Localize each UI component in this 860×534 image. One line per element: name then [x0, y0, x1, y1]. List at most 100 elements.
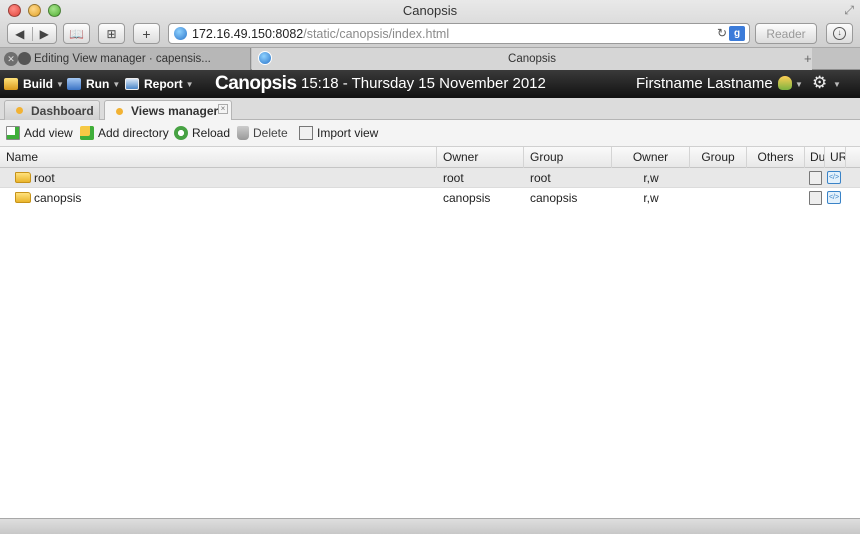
folder-icon — [15, 192, 31, 203]
build-icon — [4, 78, 18, 90]
duplicate-icon[interactable] — [809, 171, 822, 185]
reader-button[interactable]: Reader — [755, 23, 817, 44]
trash-icon — [237, 126, 249, 140]
row-rights-owner: r,w — [643, 191, 659, 205]
button-label: Add directory — [98, 126, 169, 140]
tab-dashboard[interactable]: Dashboard — [4, 100, 100, 120]
download-icon: ↓ — [833, 27, 846, 40]
tab-label: Views manager — [131, 104, 219, 118]
back-forward-buttons: ◀ ▶ — [7, 23, 57, 44]
duplicate-icon[interactable] — [809, 191, 822, 205]
add-view-button[interactable]: Add view — [6, 126, 73, 140]
folder-icon — [15, 172, 31, 183]
add-directory-button[interactable]: Add directory — [80, 126, 169, 140]
row-name: canopsis — [34, 191, 82, 205]
url-link-icon[interactable]: </> — [827, 191, 841, 204]
row-name: root — [34, 171, 55, 185]
user-name: Firstname Lastname — [636, 75, 773, 92]
globe-icon — [258, 51, 272, 65]
browser-tab-canopsis[interactable]: Canopsis — [252, 48, 812, 70]
top-sites-button[interactable]: ⊞ — [98, 23, 125, 44]
reload-button[interactable]: Reload — [174, 126, 230, 140]
column-header-duplicate[interactable]: Du — [805, 147, 825, 168]
column-header-rights-others[interactable]: Others — [747, 147, 805, 168]
browser-tab-label: Editing View manager · capensis... — [34, 53, 211, 65]
button-label: Import view — [317, 126, 379, 140]
column-header-name[interactable]: Name — [0, 147, 437, 168]
fullscreen-icon[interactable]: ⤢ — [844, 3, 854, 18]
menu-label: Report — [144, 77, 183, 91]
run-icon — [67, 78, 81, 90]
browser-tab-strip: ✕ Editing View manager · capensis... Can… — [0, 48, 860, 70]
close-icon[interactable]: × — [218, 104, 228, 114]
url-path: /static/canopsis/index.html — [303, 27, 450, 41]
reload-icon — [174, 126, 188, 140]
bookmarks-button[interactable]: 📖 — [63, 23, 90, 44]
url-link-icon[interactable]: </> — [827, 171, 841, 184]
row-owner: root — [443, 171, 464, 185]
row-owner: canopsis — [443, 191, 491, 205]
tab-label: Dashboard — [31, 103, 94, 118]
column-header-url[interactable]: UR — [825, 147, 846, 168]
menu-label: Build — [23, 77, 53, 91]
button-label: Reload — [192, 126, 231, 140]
table-row[interactable]: canopsis canopsis canopsis r,w </> — [0, 188, 860, 208]
reload-page-icon[interactable]: ↻ — [717, 26, 727, 40]
github-icon — [18, 52, 31, 65]
chevron-down-icon[interactable]: ▼ — [833, 80, 841, 89]
globe-icon — [174, 27, 187, 40]
chevron-down-icon: ▼ — [185, 79, 194, 89]
add-folder-icon — [80, 126, 94, 140]
url-text[interactable]: 172.16.49.150:8082/static/canopsis/index… — [192, 27, 449, 41]
url-host: 172.16.49.150:8082 — [192, 27, 304, 41]
button-label: Add view — [24, 126, 73, 140]
tab-dot-icon — [16, 107, 23, 114]
gear-icon[interactable]: ⚙ — [812, 73, 827, 93]
build-menu[interactable]: Build ▼ — [4, 77, 64, 91]
import-icon — [299, 126, 313, 140]
column-header-rights-group[interactable]: Group — [690, 147, 747, 168]
chevron-down-icon: ▼ — [112, 79, 121, 89]
column-header-rights-owner[interactable]: Owner — [612, 147, 690, 168]
new-tab-icon[interactable]: + — [804, 51, 812, 66]
tab-dot-icon — [116, 107, 123, 115]
row-rights-owner: r,w — [643, 171, 659, 185]
column-header-owner[interactable]: Owner — [437, 147, 524, 168]
add-view-icon — [6, 126, 20, 140]
plus-icon: + — [142, 25, 151, 42]
downloads-button[interactable]: ↓ — [826, 23, 853, 44]
report-menu[interactable]: Report ▼ — [125, 77, 194, 91]
window-titlebar: Canopsis ⤢ ◀ ▶ 📖 ⊞ + 172.16.49.150:8082/… — [0, 0, 860, 48]
table-row[interactable]: root root root r,w </> — [0, 168, 860, 188]
app-tab-bar: Dashboard Views manager × — [0, 98, 860, 121]
address-bar[interactable]: 172.16.49.150:8082/static/canopsis/index… — [168, 23, 750, 44]
window-title: Canopsis — [402, 3, 458, 18]
close-tab-icon[interactable]: ✕ — [4, 52, 18, 66]
views-grid-body — [0, 168, 860, 518]
back-button[interactable]: ◀ — [8, 27, 32, 41]
top-sites-icon: ⊞ — [106, 26, 117, 41]
tab-views-manager[interactable]: Views manager × — [104, 100, 232, 121]
delete-button[interactable]: Delete — [237, 126, 288, 140]
user-icon[interactable] — [778, 76, 792, 90]
row-group: root — [530, 171, 551, 185]
run-menu[interactable]: Run ▼ — [67, 77, 120, 91]
column-header-group[interactable]: Group — [524, 147, 612, 168]
views-grid-header: Name Owner Group Owner Group Others Du U… — [0, 147, 860, 168]
views-toolbar: Add view Add directory Reload Delete Imp… — [0, 120, 860, 147]
menu-label: Run — [86, 77, 110, 91]
browser-tab-label: Canopsis — [508, 53, 556, 65]
browser-tab-editing[interactable]: ✕ Editing View manager · capensis... — [0, 48, 251, 70]
book-icon: 📖 — [69, 26, 84, 41]
row-group: canopsis — [530, 191, 578, 205]
forward-button[interactable]: ▶ — [31, 26, 57, 41]
google-search-icon[interactable]: g — [729, 26, 745, 41]
button-label: Delete — [253, 126, 288, 140]
chevron-down-icon[interactable]: ▼ — [795, 80, 803, 89]
app-header: Build ▼ Run ▼ Report ▼ Canopsis 15:18 - … — [0, 70, 860, 98]
browser-status-bar — [0, 518, 860, 534]
clock: 15:18 - Thursday 15 November 2012 — [301, 75, 546, 92]
app-logo: Canopsis — [215, 73, 297, 94]
import-view-button[interactable]: Import view — [299, 126, 378, 140]
add-bookmark-button[interactable]: + — [133, 23, 160, 44]
